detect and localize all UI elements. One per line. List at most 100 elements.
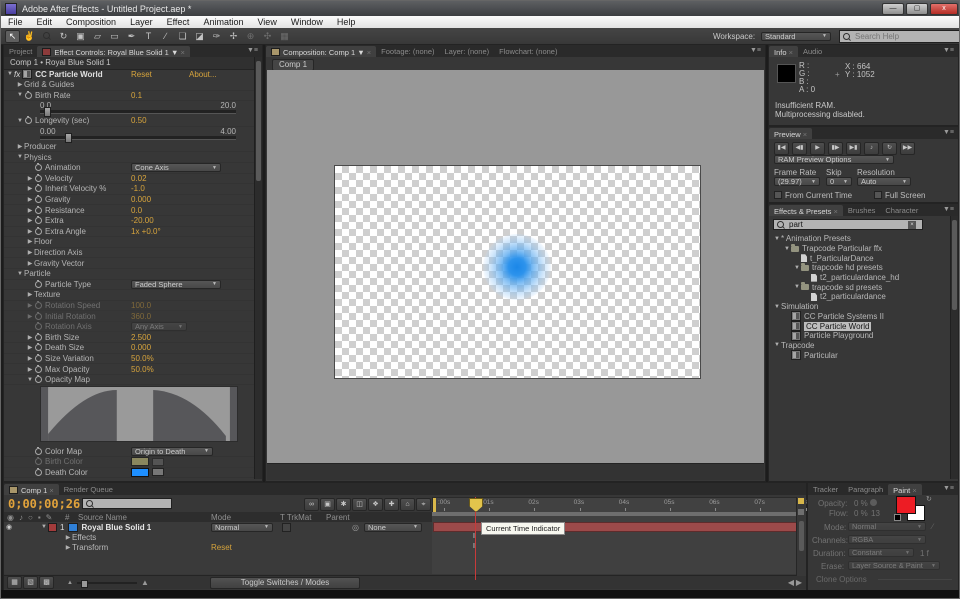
transform-reset-link[interactable]: Reset	[211, 543, 232, 552]
effect-row-longevity-sec[interactable]: ▼Longevity (sec)0.50	[4, 116, 254, 127]
frame-rate-dropdown[interactable]: (29.97)▼	[774, 177, 820, 186]
column-source-name[interactable]: Source Name	[78, 513, 127, 522]
solo-column-icon[interactable]: ○	[28, 513, 33, 522]
effect-row-birth-rate[interactable]: ▼Birth Rate0.1	[4, 91, 254, 102]
expand-arrow-icon[interactable]: ▼	[783, 246, 791, 252]
frame-blending-icon[interactable]: ❖	[368, 498, 383, 511]
tab-preview[interactable]: Preview ×	[769, 128, 812, 139]
property-value[interactable]: 360.0	[131, 312, 151, 321]
stopwatch-icon[interactable]	[35, 302, 42, 309]
column-trkmat[interactable]: T TrkMat	[280, 513, 311, 522]
stopwatch-icon[interactable]	[35, 344, 42, 351]
tab-character[interactable]: Character	[880, 204, 923, 216]
expand-arrow-icon[interactable]: ▶	[26, 334, 34, 341]
layer-name[interactable]: Royal Blue Solid 1	[81, 523, 151, 532]
close-button[interactable]: x	[930, 3, 958, 15]
minimize-button[interactable]: —	[882, 3, 904, 15]
work-area-start-handle[interactable]	[433, 498, 436, 513]
effect-row-particle[interactable]: ▼Particle	[4, 269, 254, 280]
foreground-color-swatch[interactable]	[896, 496, 916, 514]
tab-close-icon[interactable]: ×	[180, 48, 184, 57]
slider-handle[interactable]	[65, 133, 72, 143]
live-update-icon[interactable]: ▣	[320, 498, 335, 511]
play-button[interactable]: ▶	[810, 142, 825, 155]
effect-row-custom-color-map[interactable]: ▶Custom Color Map	[4, 478, 254, 479]
expand-arrow-icon[interactable]: ▶	[26, 313, 34, 320]
rotation-tool[interactable]: ↻	[56, 30, 71, 43]
eyedropper-icon[interactable]	[152, 458, 164, 466]
panel-menu-icon[interactable]: ▼≡	[943, 483, 958, 495]
preset-search-box[interactable]: ×	[773, 219, 923, 230]
column-parent[interactable]: Parent	[326, 513, 350, 522]
menu-item-window[interactable]: Window	[284, 17, 330, 27]
stopwatch-icon[interactable]	[35, 196, 42, 203]
effect-row-grid-guides[interactable]: ▶Grid & Guides	[4, 80, 254, 91]
effect-slider[interactable]: 0.004.00	[4, 127, 254, 142]
panel-menu-icon[interactable]: ▼≡	[750, 45, 765, 57]
clear-search-icon[interactable]: ×	[908, 221, 916, 229]
lock-column-icon[interactable]: ▪	[38, 513, 41, 522]
effect-row-gravity[interactable]: ▶Gravity0.000	[4, 195, 254, 206]
expand-arrow-icon[interactable]: ▼	[773, 342, 781, 348]
timeline-zoom-slider[interactable]	[77, 582, 137, 584]
checkbox-icon[interactable]	[874, 191, 882, 199]
menu-item-edit[interactable]: Edit	[30, 17, 60, 27]
toggle-switches-modes-button[interactable]: Toggle Switches / Modes	[210, 577, 360, 589]
menu-item-effect[interactable]: Effect	[160, 17, 197, 27]
preset-tree-item-trapcode-particular-ffx[interactable]: ▼Trapcode Particular ffx	[771, 244, 950, 254]
preset-tree-item-t2-particulardance[interactable]: t2_particulardance	[771, 292, 950, 302]
from-current-time-checkbox[interactable]: From Current Time	[774, 191, 852, 200]
stopwatch-icon[interactable]	[35, 448, 42, 455]
property-dropdown[interactable]: Any Axis▼	[131, 322, 187, 331]
motion-blur-icon[interactable]: ✚	[384, 498, 399, 511]
paint-mode-dropdown[interactable]: Normal▼	[848, 522, 926, 531]
horizontal-scroll-right-icon[interactable]: ▶	[796, 578, 802, 587]
stopwatch-icon[interactable]	[35, 217, 42, 224]
layer-expand-arrow-icon[interactable]: ▼	[40, 524, 48, 530]
preset-tree-item-t2-particulardance-hd[interactable]: t2_particulardance_hd	[771, 273, 950, 283]
stopwatch-icon[interactable]	[35, 323, 42, 330]
stopwatch-icon[interactable]	[35, 366, 42, 373]
tab-paint[interactable]: Paint ×	[888, 484, 922, 495]
expand-arrow-icon[interactable]: ▶	[26, 196, 34, 203]
panel-menu-icon[interactable]: ▼≡	[247, 45, 262, 57]
stopwatch-icon[interactable]	[35, 175, 42, 182]
tab-tracker[interactable]: Tracker	[808, 483, 843, 495]
expand-arrow-icon[interactable]: ▶	[26, 291, 34, 298]
draft-3d-icon[interactable]: ✱	[336, 498, 351, 511]
expand-arrow-icon[interactable]: ▶	[26, 175, 34, 182]
color-swatch[interactable]	[131, 457, 149, 466]
effects-presets-scrollbar[interactable]	[950, 216, 958, 479]
selection-tool[interactable]: ↖	[5, 30, 20, 43]
tab-close-icon[interactable]: ×	[803, 130, 807, 139]
column-mode[interactable]: Mode	[211, 513, 231, 522]
stopwatch-icon[interactable]	[35, 355, 42, 362]
slider-handle[interactable]	[44, 107, 51, 117]
tab-effects-presets[interactable]: Effects & Presets ×	[769, 205, 843, 216]
expand-arrow-icon[interactable]: ▼	[26, 377, 34, 383]
effect-slider[interactable]: 0.020.0	[4, 101, 254, 116]
effect-row-extra-angle[interactable]: ▶Extra Angle1x +0.0°	[4, 227, 254, 238]
maximize-button[interactable]: ▢	[906, 3, 928, 15]
effect-row-birth-color[interactable]: Birth Color	[4, 457, 254, 468]
menu-item-view[interactable]: View	[250, 17, 283, 27]
tab-render-queue[interactable]: Render Queue	[59, 483, 118, 495]
collapse-arrow-icon[interactable]: ▼	[6, 71, 14, 77]
stopwatch-icon[interactable]	[35, 376, 42, 383]
channels-dropdown[interactable]: RGBA▼	[848, 535, 926, 544]
hand-tool[interactable]: ✌	[22, 30, 37, 43]
expand-arrow-icon[interactable]: ▶	[26, 344, 34, 351]
preset-tree-item-trapcode[interactable]: ▼Trapcode	[771, 341, 950, 351]
tab-comp1-timeline[interactable]: Comp 1 ×	[4, 484, 59, 495]
effect-row-initial-rotation[interactable]: ▶Initial Rotation360.0	[4, 311, 254, 322]
about-link[interactable]: About...	[189, 70, 217, 79]
panel-menu-icon[interactable]: ▼≡	[943, 127, 958, 139]
property-value[interactable]: 0.000	[131, 343, 151, 352]
expand-arrow-icon[interactable]: ▼	[16, 154, 24, 160]
timeline-vertical-scrollbar[interactable]	[799, 521, 804, 551]
effect-row-rotation-speed[interactable]: ▶Rotation Speed100.0	[4, 301, 254, 312]
expand-arrow-icon[interactable]: ▶	[26, 366, 34, 373]
eye-icon[interactable]: ◉	[4, 523, 14, 531]
property-value[interactable]: 0.000	[131, 195, 151, 204]
expand-arrow-icon[interactable]: ▼	[16, 271, 24, 277]
